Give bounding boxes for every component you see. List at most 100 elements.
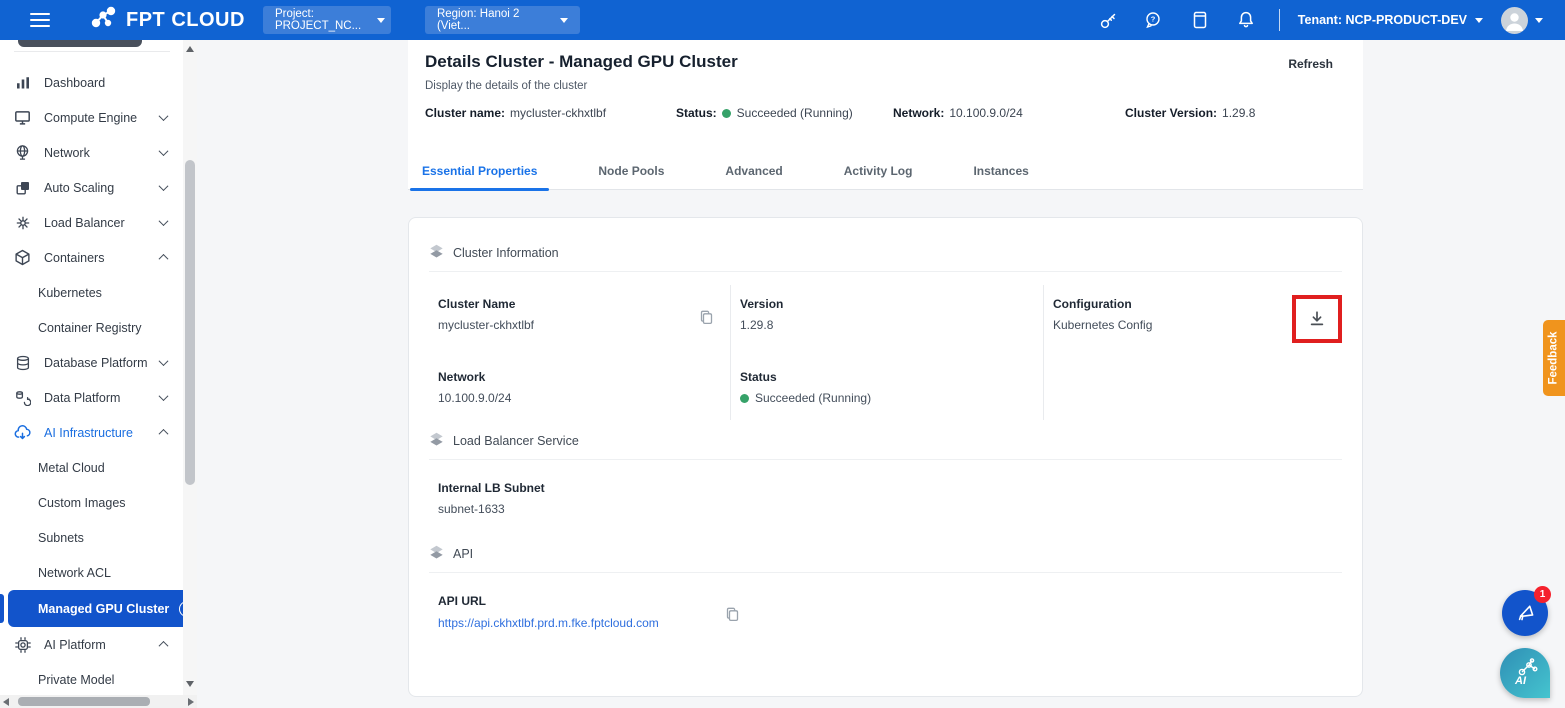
tab-instances[interactable]: Instances	[966, 153, 1035, 190]
chevron-down-icon	[159, 216, 169, 226]
scroll-left-arrow-icon[interactable]	[3, 698, 9, 706]
sidebar-item-private-model[interactable]: Private Model	[0, 662, 183, 697]
field-value: mycluster-ckhxtlbf	[438, 318, 720, 332]
sidebar-horizontal-scrollbar[interactable]	[0, 695, 197, 708]
scrollbar-thumb[interactable]	[18, 697, 150, 706]
notifications-bell-icon[interactable]	[1235, 9, 1257, 31]
sidebar-item-compute-engine[interactable]: Compute Engine	[0, 100, 183, 135]
brand-text: FPT CLOUD	[126, 9, 245, 32]
sidebar-item-dashboard[interactable]: Dashboard	[0, 65, 183, 100]
project-dropdown[interactable]: Project: PROJECT_NC...	[263, 6, 391, 34]
sidebar-item-subnets[interactable]: Subnets	[0, 520, 183, 555]
sidebar-item-load-balancer[interactable]: Load Balancer	[0, 205, 183, 240]
summary-value: mycluster-ckhxtlbf	[510, 106, 606, 120]
section-heading: Cluster Information	[453, 246, 559, 260]
documentation-icon[interactable]	[1189, 9, 1211, 31]
sidebar-item-custom-images[interactable]: Custom Images	[0, 485, 183, 520]
page-header: Details Cluster - Managed GPU Cluster Di…	[408, 40, 1363, 190]
support-chat-icon[interactable]: ?	[1143, 9, 1165, 31]
cluster-info-grid: Cluster Name mycluster-ckhxtlbf Version …	[429, 285, 1342, 420]
scroll-right-arrow-icon[interactable]	[188, 698, 194, 706]
brand-logo[interactable]: FPT CLOUD	[88, 5, 245, 36]
user-menu[interactable]	[1501, 7, 1543, 34]
feedback-tab[interactable]: Feedback	[1543, 320, 1565, 396]
sidebar-item-kubernetes[interactable]: Kubernetes	[0, 275, 183, 310]
field-api-url: API URL https://api.ckhxtlbf.prd.m.fke.f…	[429, 594, 1342, 632]
sidebar-item-metal-cloud[interactable]: Metal Cloud	[0, 450, 183, 485]
sidebar-item-label: Containers	[44, 251, 160, 265]
sidebar-nav: Dashboard Compute Engine Network	[0, 65, 183, 697]
field-label: Network	[438, 370, 720, 384]
sidebar-item-containers[interactable]: Containers	[0, 240, 183, 275]
region-dropdown[interactable]: Region: Hanoi 2 (Viet...	[425, 6, 580, 34]
summary-cluster-version: Cluster Version: 1.29.8	[1125, 106, 1255, 120]
svg-text:?: ?	[1151, 14, 1156, 23]
summary-label: Network:	[893, 106, 944, 120]
download-kubeconfig-button[interactable]	[1292, 295, 1342, 343]
field-cluster-name: Cluster Name mycluster-ckhxtlbf	[429, 285, 731, 358]
section-cluster-information: Cluster Information	[429, 244, 1342, 262]
summary-network: Network: 10.100.9.0/24	[893, 106, 1023, 120]
sidebar-item-managed-gpu-cluster[interactable]: Managed GPU Cluster beta	[8, 590, 197, 627]
tab-advanced[interactable]: Advanced	[718, 153, 789, 190]
field-value: Kubernetes Config	[1053, 318, 1152, 332]
field-value: subnet-1633	[438, 502, 1342, 516]
sidebar-item-ai-platform[interactable]: AI Platform	[0, 627, 183, 662]
sidebar-item-database-platform[interactable]: Database Platform	[0, 345, 183, 380]
chevron-down-icon	[377, 18, 385, 23]
sidebar-item-label: Metal Cloud	[38, 461, 105, 475]
sidebar-divider	[14, 51, 170, 52]
ai-assistant-button[interactable]: AI	[1500, 648, 1550, 698]
tab-node-pools[interactable]: Node Pools	[591, 153, 671, 190]
dashboard-icon	[14, 74, 31, 91]
chevron-down-icon	[159, 391, 169, 401]
tab-essential-properties[interactable]: Essential Properties	[415, 153, 544, 190]
containers-box-icon	[14, 249, 31, 266]
section-api: API	[429, 545, 1342, 563]
sidebar-vertical-scrollbar[interactable]	[183, 40, 197, 695]
chevron-down-icon	[1475, 18, 1483, 23]
layers-icon	[429, 244, 444, 262]
field-value: 1.29.8	[740, 318, 1033, 332]
sidebar-item-container-registry[interactable]: Container Registry	[0, 310, 183, 345]
scrollbar-thumb[interactable]	[185, 160, 195, 485]
status-dot-icon	[722, 109, 731, 118]
announcements-button[interactable]: 1	[1502, 590, 1548, 636]
sidebar-item-label: AI Infrastructure	[44, 426, 160, 440]
sidebar-item-auto-scaling[interactable]: Auto Scaling	[0, 170, 183, 205]
field-label: Version	[740, 297, 1033, 311]
sidebar-scrolled-item-remnant	[18, 40, 142, 47]
compute-engine-icon	[14, 109, 31, 126]
sidebar-item-network-acl[interactable]: Network ACL	[0, 555, 183, 590]
field-label: Status	[740, 370, 1033, 384]
refresh-button[interactable]: Refresh	[1288, 57, 1333, 71]
api-key-icon[interactable]	[1097, 9, 1119, 31]
scroll-down-arrow-icon[interactable]	[186, 681, 194, 687]
sidebar-item-label: Database Platform	[44, 356, 160, 370]
scroll-up-arrow-icon[interactable]	[186, 46, 194, 52]
ai-molecule-icon: AI	[1508, 656, 1542, 690]
sidebar-item-label: Compute Engine	[44, 111, 160, 125]
section-heading: API	[453, 547, 473, 561]
sidebar-selected-row: Managed GPU Cluster beta	[0, 590, 183, 627]
sidebar-item-network[interactable]: Network	[0, 135, 183, 170]
api-url-link[interactable]: https://api.ckhxtlbf.prd.m.fke.fptcloud.…	[438, 615, 692, 632]
copy-icon[interactable]	[698, 309, 714, 325]
menu-toggle-icon[interactable]	[30, 13, 50, 27]
chevron-up-icon	[159, 641, 169, 651]
region-dropdown-label: Region: Hanoi 2 (Viet...	[437, 8, 544, 32]
sidebar-item-data-platform[interactable]: Data Platform	[0, 380, 183, 415]
field-value: Succeeded (Running)	[755, 391, 871, 405]
field-label: Configuration	[1053, 297, 1152, 311]
tenant-dropdown[interactable]: Tenant: NCP-PRODUCT-DEV	[1298, 13, 1483, 27]
tab-activity-log[interactable]: Activity Log	[837, 153, 920, 190]
summary-value: 1.29.8	[1222, 106, 1255, 120]
summary-value: Succeeded (Running)	[737, 106, 853, 120]
essential-properties-card: Cluster Information Cluster Name myclust…	[408, 217, 1363, 697]
summary-status: Status: Succeeded (Running)	[676, 106, 853, 120]
status-dot-icon	[740, 394, 749, 403]
sidebar-item-label: Private Model	[38, 673, 114, 687]
tab-bar: Essential Properties Node Pools Advanced…	[408, 153, 1363, 190]
sidebar-item-ai-infrastructure[interactable]: AI Infrastructure	[0, 415, 183, 450]
copy-icon[interactable]	[724, 606, 740, 622]
